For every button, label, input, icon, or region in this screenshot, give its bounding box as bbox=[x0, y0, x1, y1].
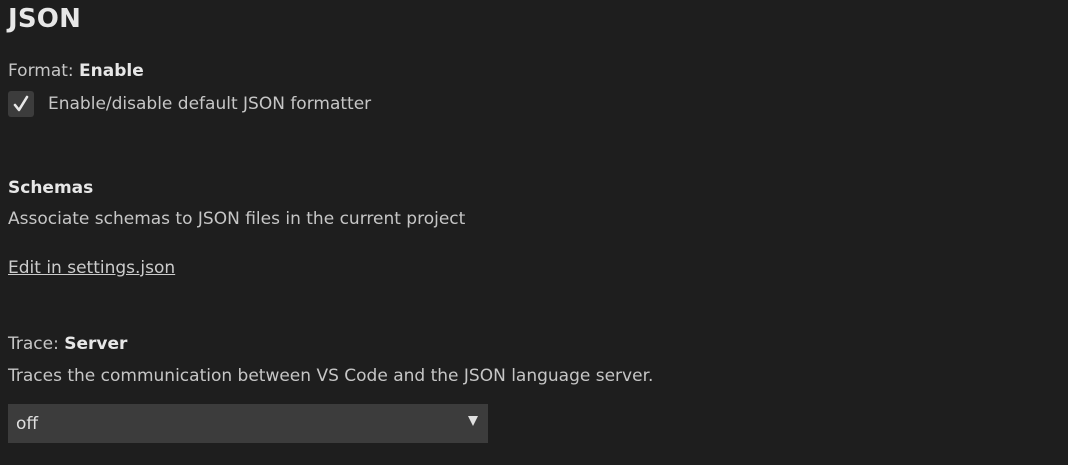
trace-server-select[interactable]: off bbox=[8, 404, 488, 443]
schemas-setting-name: Schemas bbox=[8, 178, 94, 198]
section-title: JSON bbox=[8, 4, 82, 34]
dropdown-arrow-icon bbox=[468, 416, 478, 426]
format-enable-checkbox[interactable] bbox=[8, 91, 34, 117]
trace-server-selected-value: off bbox=[16, 413, 39, 434]
format-category: Format: bbox=[8, 61, 80, 81]
schemas-setting-label: Schemas bbox=[8, 178, 93, 198]
format-setting-name: Enable bbox=[79, 61, 144, 81]
format-enable-checkbox-label: Enable/disable default JSON formatter bbox=[48, 94, 372, 114]
checkmark-icon bbox=[13, 95, 29, 112]
trace-description: Traces the communication between VS Code… bbox=[8, 366, 654, 386]
schemas-description: Associate schemas to JSON files in the c… bbox=[8, 209, 466, 229]
format-setting-label: Format: Enable bbox=[8, 61, 144, 81]
trace-category: Trace: bbox=[8, 334, 65, 354]
edit-in-settings-json-link[interactable]: Edit in settings.json bbox=[8, 258, 175, 278]
trace-setting-label: Trace: Server bbox=[8, 334, 127, 354]
format-enable-row: Enable/disable default JSON formatter bbox=[8, 91, 371, 117]
trace-setting-name: Server bbox=[64, 334, 128, 354]
